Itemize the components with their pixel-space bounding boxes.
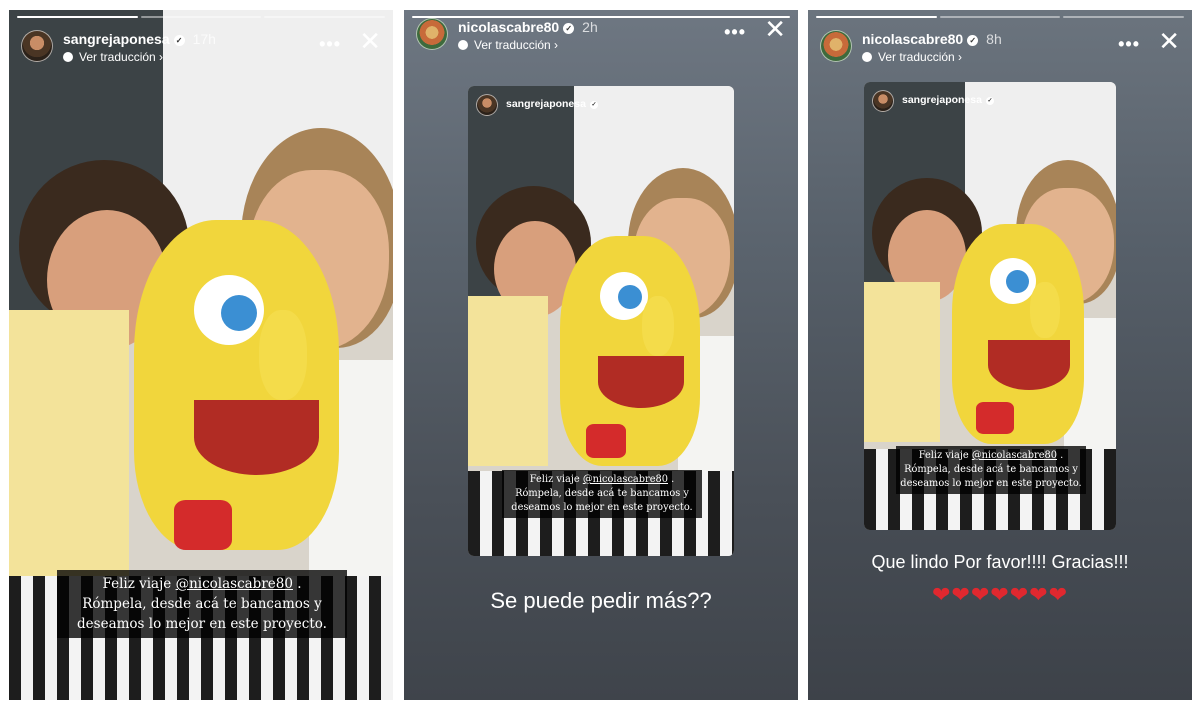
story-panel-1[interactable]: Feliz viaje @nicolascabre80 . Rómpela, d… — [9, 10, 393, 700]
reshared-username[interactable]: sangrejaponesa — [902, 94, 982, 106]
username[interactable]: nicolascabre80 ✓ 8h — [862, 31, 1002, 47]
timestamp: 2h — [582, 19, 598, 35]
plush-toy — [952, 224, 1084, 444]
plush-iris — [221, 295, 257, 331]
username-text[interactable]: sangrejaponesa — [63, 31, 170, 47]
progress-segment — [17, 16, 138, 18]
reshared-story[interactable]: sangrejaponesa ✓ Feliz viaje @nicolascabr… — [864, 82, 1116, 530]
caption-line: deseamos lo mejor en este proyecto. — [77, 616, 327, 632]
story-progress — [816, 16, 1185, 18]
username[interactable]: sangrejaponesa ✓ 17h — [63, 31, 216, 47]
plush-nose — [642, 296, 674, 356]
reshared-story[interactable]: sangrejaponesa ✓ Feliz viaje @nicolascabr… — [468, 86, 734, 556]
caption-line: Rómpela, desde acá te bancamos y — [904, 464, 1078, 475]
mention-link[interactable]: @nicolascabre80 — [176, 576, 293, 592]
more-options-icon[interactable]: ••• — [1118, 34, 1140, 55]
verified-icon: ✓ — [563, 23, 575, 34]
caption-text: Feliz viaje — [529, 474, 583, 485]
verified-icon: ✓ — [967, 35, 979, 46]
verified-icon: ✓ — [589, 101, 598, 109]
story-header: nicolascabre80 ✓ 2h Ver traducción › ••• ✕ — [414, 16, 788, 62]
mention-link[interactable]: @nicolascabre80 — [583, 474, 668, 485]
close-icon[interactable]: ✕ — [764, 16, 786, 42]
avatar[interactable] — [820, 30, 852, 62]
avatar[interactable] — [416, 18, 448, 50]
progress-segment — [1063, 16, 1185, 18]
progress-segment — [140, 16, 262, 18]
close-icon[interactable]: ✕ — [359, 28, 381, 54]
translate-link[interactable]: Ver traducción › — [63, 50, 163, 64]
plush-toy — [560, 236, 700, 466]
verified-icon: ✓ — [985, 97, 994, 105]
caption-line: Rómpela, desde acá te bancamos y — [515, 488, 689, 499]
girl-shirt — [9, 310, 129, 610]
translate-icon — [63, 52, 73, 62]
story-progress — [17, 16, 386, 18]
plush-tie — [174, 500, 232, 550]
translate-link[interactable]: Ver traducción › — [862, 50, 962, 64]
plush-iris — [1006, 270, 1029, 293]
timestamp: 8h — [986, 31, 1002, 47]
heart-emojis: ❤❤❤❤❤❤❤ — [931, 582, 1069, 607]
plush-toy — [134, 220, 339, 550]
username-text[interactable]: nicolascabre80 — [862, 31, 963, 47]
progress-segment — [939, 16, 1061, 18]
close-icon[interactable]: ✕ — [1158, 28, 1180, 54]
plush-mouth — [598, 356, 684, 408]
girl-shirt — [468, 296, 548, 466]
caption-text: Feliz viaje — [918, 450, 972, 461]
plush-tie — [976, 402, 1014, 434]
plush-tie — [586, 424, 626, 458]
username[interactable]: nicolascabre80 ✓ 2h — [458, 19, 598, 35]
caption-box: Feliz viaje @nicolascabre80 . Rómpela, d… — [57, 570, 347, 638]
girl-shirt — [864, 282, 940, 442]
caption-line: deseamos lo mejor en este proyecto. — [900, 478, 1082, 489]
story-message: Se puede pedir más?? — [490, 588, 712, 613]
timestamp: 17h — [192, 31, 216, 47]
plush-nose — [1030, 282, 1060, 338]
reshared-username[interactable]: sangrejaponesa — [506, 98, 586, 110]
story-header: sangrejaponesa ✓ 17h Ver traducción › ••• … — [19, 28, 383, 74]
caption-text: . — [1057, 450, 1064, 461]
more-options-icon[interactable]: ••• — [724, 22, 746, 43]
avatar[interactable] — [21, 30, 53, 62]
caption-box: Feliz viaje @nicolascabre80 . Rómpela, d… — [896, 446, 1086, 494]
translate-icon — [862, 52, 872, 62]
more-options-icon[interactable]: ••• — [319, 34, 341, 55]
plush-nose — [259, 310, 307, 400]
caption-box: Feliz viaje @nicolascabre80 . Rómpela, d… — [502, 470, 702, 518]
translate-link[interactable]: Ver traducción › — [458, 38, 558, 52]
translate-label[interactable]: Ver traducción — [79, 50, 156, 64]
avatar[interactable] — [872, 90, 894, 112]
plush-mouth — [194, 400, 319, 475]
translate-label[interactable]: Ver traducción — [878, 50, 955, 64]
caption-text: . — [292, 576, 302, 592]
verified-icon: ✓ — [173, 35, 185, 46]
translate-label[interactable]: Ver traducción — [474, 38, 551, 52]
story-photo: Feliz viaje @nicolascabre80 . Rómpela, d… — [9, 10, 393, 700]
story-panel-2[interactable]: nicolascabre80 ✓ 2h Ver traducción › ••• ✕… — [404, 10, 798, 700]
caption-line: deseamos lo mejor en este proyecto. — [511, 502, 693, 513]
caption-text: Feliz viaje — [102, 576, 176, 592]
plush-mouth — [988, 340, 1070, 390]
translate-icon — [458, 40, 468, 50]
story-header: nicolascabre80 ✓ 8h Ver traducción › ••• ✕ — [818, 28, 1182, 74]
caption-line: Rómpela, desde acá te bancamos y — [82, 596, 322, 612]
mention-link[interactable]: @nicolascabre80 — [972, 450, 1057, 461]
story-message: Que lindo Por favor!!!! Gracias!!! — [871, 552, 1129, 572]
progress-segment — [816, 16, 937, 18]
avatar[interactable] — [476, 94, 498, 116]
story-panel-3[interactable]: nicolascabre80 ✓ 8h Ver traducción › ••• ✕… — [808, 10, 1192, 700]
username-text[interactable]: nicolascabre80 — [458, 19, 559, 35]
progress-segment — [264, 16, 386, 18]
caption-text: . — [668, 474, 675, 485]
plush-iris — [618, 285, 642, 309]
